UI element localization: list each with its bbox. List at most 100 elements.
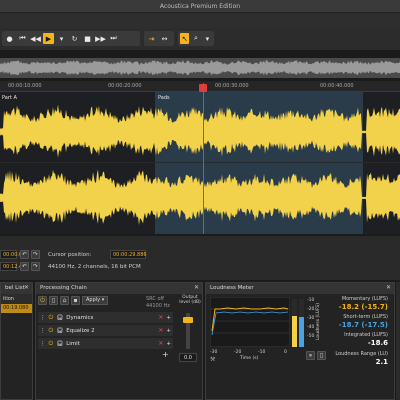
scale-tick: -20 (307, 307, 315, 312)
add-icon[interactable]: + (166, 328, 171, 334)
time-axis-label: Time (s) (240, 356, 259, 361)
short-term-label: Short-term (LUFS) (343, 314, 388, 320)
wrench-icon[interactable]: ⚒ (210, 356, 215, 363)
label-list-column-header: ition (1, 294, 32, 304)
loudness-range-label: Loudness Range (LU) (335, 351, 388, 357)
dropdown-icon[interactable]: ▾ (56, 33, 67, 44)
skip-start-icon[interactable]: ⏮ (17, 33, 28, 44)
remove-icon[interactable]: ✕ (158, 340, 163, 347)
power-icon[interactable]: ⏻ (49, 314, 54, 322)
rewind-icon[interactable]: ◀◀ (30, 33, 41, 44)
chain-item[interactable]: ⋮ ⏻ 🎧︎ Equalize 2 ✕ + (38, 325, 173, 336)
waveform-editor[interactable]: Part A Pads (0, 83, 400, 234)
undo-icon[interactable]: ↶ (20, 250, 29, 259)
region-label-part-a[interactable]: Part A (2, 95, 17, 101)
close-icon[interactable]: ✕ (24, 284, 29, 291)
drag-handle-icon[interactable]: ⋮ (40, 341, 46, 347)
new-chain-icon[interactable]: ▯ (49, 296, 58, 305)
ruler-label: 00:00:10.000 (8, 83, 42, 89)
playback-options-group: ⇥ ↔ (144, 31, 174, 46)
record-icon[interactable]: ● (4, 33, 15, 44)
selection-start-field[interactable]: 00:00.000 (0, 250, 29, 259)
selection-end-field[interactable]: 00:12.493 (0, 262, 29, 271)
window-title: Acoustica Premium Edition (159, 3, 241, 10)
output-level-field[interactable]: 0.0 (179, 353, 197, 362)
audio-format: 44100 Hz, 2 channels, 16 bit PCM (48, 264, 141, 270)
chain-item-name: Equalize 2 (66, 327, 95, 334)
open-folder-icon[interactable]: ⌂ (60, 296, 69, 305)
play-icon[interactable]: ▶ (43, 33, 54, 44)
ruler-label: 00:00:40.000 (320, 83, 354, 89)
chain-item[interactable]: ⋮ ⏻ 🎧︎ Dynamics ✕ + (38, 312, 173, 323)
cursor-position-field[interactable]: 00:00:29.886 (110, 250, 147, 259)
loudness-range-value: 2.1 (375, 358, 388, 366)
chain-item[interactable]: ⋮ ⏻ 🎧︎ Limit ✕ + (38, 338, 173, 349)
tools-group: ↖ ⌕ ▾ (178, 31, 214, 46)
add-effect-icon[interactable]: + (162, 350, 169, 359)
redo-icon[interactable]: ↷ (31, 262, 40, 271)
momentary-bar-track (292, 299, 297, 347)
apply-button[interactable]: Apply ▾ (82, 296, 109, 305)
label-list-item[interactable]: 00:19.080 (1, 304, 32, 313)
ruler-label: 00:00:20.000 (108, 83, 142, 89)
integrated-label: Integrated (LUFS) (344, 332, 388, 338)
zoom-tool-icon[interactable]: ⌕ (191, 33, 200, 44)
channel-divider (0, 162, 400, 163)
power-icon[interactable]: ⏻ (49, 327, 54, 335)
loop-icon[interactable]: ↻ (69, 33, 80, 44)
select-tool-icon[interactable]: ↖ (180, 33, 190, 44)
playhead[interactable] (203, 83, 204, 234)
integrated-value: -18.6 (367, 339, 388, 347)
drag-handle-icon[interactable]: ⋮ (40, 315, 46, 321)
waveform-channel-right (0, 169, 400, 226)
power-icon[interactable]: ⏻ (38, 296, 47, 305)
headphones-icon[interactable]: 🎧︎ (56, 315, 63, 321)
add-icon[interactable]: + (166, 315, 171, 321)
chain-item-name: Limit (66, 340, 80, 347)
skip-end-icon[interactable]: ⏭ (108, 33, 119, 44)
ruler-label: 00:00:30.000 (215, 83, 249, 89)
sample-rate: 44100 Hz (146, 303, 170, 309)
fast-forward-icon[interactable]: ▶▶ (95, 33, 106, 44)
power-icon[interactable]: ⏻ (49, 340, 54, 348)
loudness-meter-panel: Loudness Meter ✕ -30 -20 -10 0 Time (s) … (205, 282, 395, 400)
undo-icon[interactable]: ↶ (20, 262, 29, 271)
momentary-label: Momentary (LUFS) (341, 296, 388, 302)
label-list-title: bel List ✕ (1, 283, 32, 294)
label-list-title-text: bel List (5, 285, 25, 291)
menu-bar (0, 13, 400, 28)
title-bar: Acoustica Premium Edition (0, 0, 400, 13)
headphones-icon[interactable]: 🎧︎ (56, 328, 63, 334)
processing-chain-toolbar: ⏻ ▯ ⌂ ▪ Apply ▾ (38, 296, 109, 305)
lufs-axis-label: Loudness (LUFS) (316, 303, 321, 341)
stop-icon[interactable]: ■ (82, 33, 93, 44)
scale-tick: -10 (307, 298, 315, 303)
playback-region-icon[interactable]: ⇥ (146, 33, 157, 44)
cursor-position-label: Cursor position: (48, 252, 92, 258)
output-level-slider-handle[interactable] (183, 317, 193, 323)
src-status: SRC off (146, 296, 164, 302)
apply-button-label: Apply (86, 297, 101, 303)
reset-icon[interactable]: ▯ (317, 351, 326, 360)
pause-icon[interactable]: ⏸ (306, 351, 315, 360)
time-tick: -20 (234, 350, 242, 355)
remove-icon[interactable]: ✕ (158, 314, 163, 321)
headphones-icon[interactable]: 🎧︎ (56, 341, 63, 347)
region-label-pads[interactable]: Pads (158, 95, 170, 101)
time-tick: -30 (210, 350, 218, 355)
remove-icon[interactable]: ✕ (158, 327, 163, 334)
close-icon[interactable]: ✕ (194, 284, 199, 291)
drag-handle-icon[interactable]: ⋮ (40, 328, 46, 334)
save-icon[interactable]: ▪ (71, 296, 80, 305)
overview-waveform[interactable] (0, 58, 400, 78)
close-icon[interactable]: ✕ (386, 284, 391, 291)
add-icon[interactable]: + (166, 341, 171, 347)
transport-group: ● ⏮ ◀◀ ▶ ▾ ↻ ■ ▶▶ ⏭ (2, 31, 140, 46)
transport-toolbar: ● ⏮ ◀◀ ▶ ▾ ↻ ■ ▶▶ ⏭ ⇥ ↔ ↖ ⌕ ▾ (0, 28, 400, 50)
overview-waveform-graphic (0, 60, 400, 76)
scrub-icon[interactable]: ↔ (159, 33, 170, 44)
redo-icon[interactable]: ↷ (31, 250, 40, 259)
chevron-down-icon[interactable]: ▾ (203, 33, 212, 44)
loudness-meter-title: Loudness Meter ✕ (206, 283, 394, 294)
short-term-value: -18.7 (-17.5) (338, 321, 388, 329)
